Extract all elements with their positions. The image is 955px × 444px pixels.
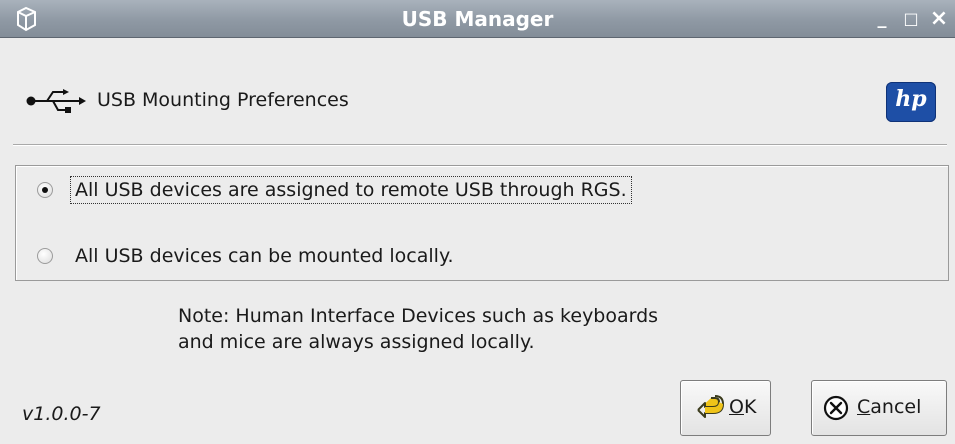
usb-icon — [26, 89, 86, 113]
ok-mnemonic: O — [729, 396, 744, 418]
ok-button-label: OK — [729, 396, 756, 418]
title-bar[interactable]: USB Manager _ □ × — [0, 0, 955, 38]
maximize-button[interactable]: □ — [899, 6, 923, 32]
note-line-1: Note: Human Interface Devices such as ke… — [178, 305, 659, 327]
cancel-button-label: Cancel — [857, 396, 921, 418]
ok-arrow-icon — [697, 395, 724, 418]
note-text: Note: Human Interface Devices such as ke… — [178, 303, 658, 355]
version-label: v1.0.0-7 — [22, 403, 101, 425]
cancel-x-icon — [823, 395, 849, 421]
window-title: USB Manager — [401, 7, 554, 31]
ok-button[interactable]: OK — [680, 380, 771, 436]
section-title: USB Mounting Preferences — [97, 89, 349, 111]
option-remote-usb-label[interactable]: All USB devices are assigned to remote U… — [70, 176, 632, 204]
hp-logo: hp — [886, 82, 936, 122]
radio-mount-locally[interactable] — [37, 248, 53, 264]
option-mount-locally-label[interactable]: All USB devices can be mounted locally. — [75, 245, 454, 267]
radio-remote-usb[interactable] — [37, 182, 53, 198]
cancel-button[interactable]: Cancel — [811, 380, 947, 436]
hp-logo-text: hp — [895, 86, 927, 112]
minimize-button[interactable]: _ — [870, 6, 894, 32]
note-line-2: and mice are always assigned locally. — [178, 331, 535, 353]
radio-selected-dot — [42, 187, 48, 193]
separator — [13, 144, 947, 146]
close-button[interactable]: × — [927, 6, 951, 32]
cancel-label-rest: ancel — [870, 396, 922, 418]
cancel-mnemonic: C — [857, 396, 871, 418]
ok-label-rest: K — [743, 396, 757, 418]
